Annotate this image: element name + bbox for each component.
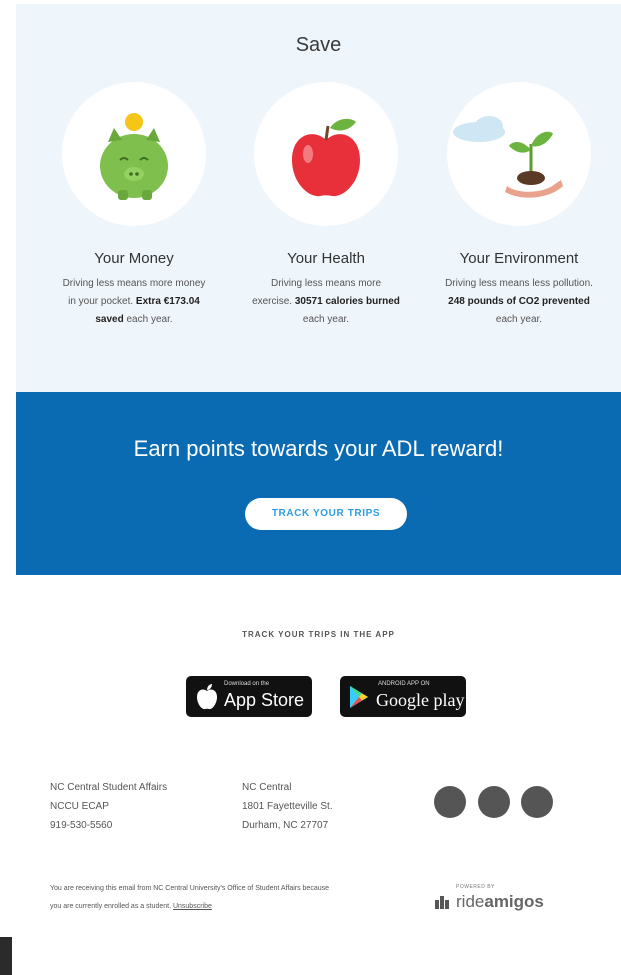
environment-column: Your Environment Driving less means less…: [429, 82, 609, 329]
health-text: Driving less means more exercise. 30571 …: [252, 278, 400, 325]
money-column: Your Money Driving less means more money…: [44, 82, 224, 329]
unsubscribe-link[interactable]: Unsubscribe: [173, 903, 212, 910]
social-icon-1[interactable]: [434, 786, 466, 818]
address-block-1: NC Central Student Affairs NCCU ECAP 919…: [50, 778, 167, 835]
app-store-small-text: Download on the: [224, 681, 270, 687]
google-play-icon: [350, 686, 368, 708]
money-circle: [62, 82, 206, 226]
email-body: Save Your Money Driving less means more …: [16, 0, 621, 975]
address-line: NCCU ECAP: [50, 801, 109, 812]
track-trips-button[interactable]: TRACK YOUR TRIPS: [245, 498, 407, 530]
address-line: 919-530-5560: [50, 820, 113, 831]
apple-logo-icon: [197, 684, 217, 710]
google-play-button[interactable]: ANDROID APP ON Google play: [340, 676, 466, 717]
corner-fragment: [0, 937, 12, 975]
powered-by-label: POWERED BY: [456, 884, 495, 890]
google-big-text: Google play: [376, 690, 465, 710]
reward-banner: Earn points towards your ADL reward! TRA…: [16, 392, 621, 575]
health-column: Your Health Driving less means more exer…: [236, 82, 416, 329]
powered-by-rideamigos[interactable]: POWERED BY rideamigos: [434, 884, 584, 916]
health-circle: [254, 82, 398, 226]
address-block-2: NC Central 1801 Fayetteville St. Durham,…: [242, 778, 333, 835]
address-line: NC Central: [242, 782, 292, 793]
social-icon-3[interactable]: [521, 786, 553, 818]
rideamigos-brand: rideamigos: [456, 892, 544, 911]
piggy-bank-icon: [100, 113, 168, 200]
reward-title: Earn points towards your ADL reward!: [133, 436, 504, 461]
environment-circle: [447, 82, 591, 226]
footer-note: You are receiving this email from NC Cen…: [50, 880, 340, 916]
money-heading: Your Money: [94, 250, 174, 267]
money-text: Driving less means more money in your po…: [62, 278, 206, 325]
app-store-big-text: App Store: [224, 690, 305, 710]
social-icon-2[interactable]: [478, 786, 510, 818]
environment-text: Driving less means less pollution. 248 p…: [445, 278, 593, 325]
google-small-text: ANDROID APP ON: [378, 681, 430, 687]
app-label: TRACK YOUR TRIPS IN THE APP: [242, 630, 395, 639]
save-section: Save Your Money Driving less means more …: [16, 4, 621, 392]
save-title: Save: [295, 34, 342, 56]
rideamigos-logo-icon: [435, 896, 449, 909]
apple-icon: [292, 118, 360, 197]
app-store-button[interactable]: Download on the App Store: [186, 676, 312, 717]
health-heading: Your Health: [287, 250, 365, 267]
address-line: Durham, NC 27707: [242, 820, 329, 831]
plant-in-hand-icon: [453, 116, 563, 198]
address-line: 1801 Fayetteville St.: [242, 801, 333, 812]
address-line: NC Central Student Affairs: [50, 782, 168, 793]
environment-heading: Your Environment: [459, 250, 579, 267]
